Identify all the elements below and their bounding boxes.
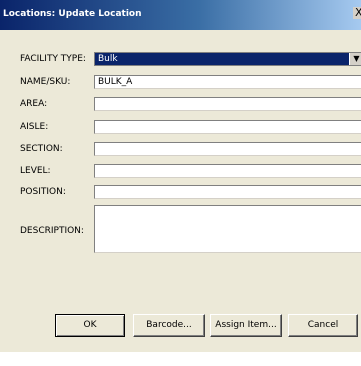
aisle-input[interactable] xyxy=(94,120,361,134)
barcode-button[interactable]: Barcode... xyxy=(133,314,205,337)
description-label: DESCRIPTION: xyxy=(20,226,84,236)
area-input[interactable] xyxy=(94,97,361,111)
level-input[interactable] xyxy=(94,164,361,178)
position-label: POSITION: xyxy=(20,187,66,197)
description-textarea[interactable] xyxy=(94,205,361,253)
close-icon[interactable]: X xyxy=(353,7,361,19)
name-sku-label: NAME/SKU: xyxy=(20,77,71,87)
section-label: SECTION: xyxy=(20,144,63,154)
facility-type-value: Bulk xyxy=(98,54,118,64)
window-title: Locations: Update Location xyxy=(3,9,142,19)
facility-type-select[interactable]: Bulk ▼ xyxy=(94,52,361,66)
chevron-down-icon[interactable]: ▼ xyxy=(349,53,361,65)
aisle-label: AISLE: xyxy=(20,122,49,132)
name-sku-input[interactable]: BULK_A xyxy=(94,75,361,89)
position-input[interactable] xyxy=(94,185,361,199)
assign-item-button[interactable]: Assign Item... xyxy=(210,314,282,337)
cancel-button[interactable]: Cancel xyxy=(288,314,358,337)
ok-button[interactable]: OK xyxy=(55,314,125,337)
facility-type-label: FACILITY TYPE: xyxy=(20,54,86,64)
window-bottom-edge xyxy=(0,352,361,366)
update-location-dialog: Locations: Update Location X FACILITY TY… xyxy=(0,0,361,366)
title-bar[interactable]: Locations: Update Location X xyxy=(0,0,361,30)
level-label: LEVEL: xyxy=(20,166,51,176)
section-input[interactable] xyxy=(94,142,361,156)
area-label: AREA: xyxy=(20,99,48,109)
